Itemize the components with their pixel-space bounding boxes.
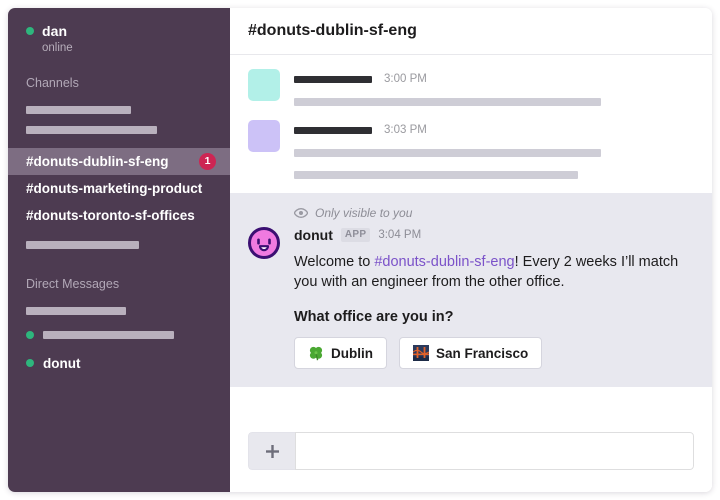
only-visible-to-you-text: Only visible to you xyxy=(315,206,413,220)
placeholder-bar xyxy=(43,331,174,339)
channel-name: #donuts-marketing-product xyxy=(26,181,203,196)
ephemeral-body: donut APP 3:04 PM Welcome to #donuts-dub… xyxy=(294,226,694,369)
dm-placeholder-item[interactable] xyxy=(8,301,230,321)
sidebar: dan online Channels #donuts-dublin-sf-en… xyxy=(8,8,230,492)
ephemeral-meta: donut APP 3:04 PM xyxy=(294,226,694,244)
presence-dot-icon xyxy=(26,27,34,35)
message-item: 3:03 PM xyxy=(230,106,712,179)
avatar xyxy=(248,69,280,101)
channel-placeholder-item[interactable] xyxy=(8,100,230,120)
slack-window: dan online Channels #donuts-dublin-sf-en… xyxy=(8,8,712,492)
four-leaf-clover-icon xyxy=(309,346,323,361)
sidebar-item-donuts-marketing-product[interactable]: #donuts-marketing-product xyxy=(8,175,230,202)
sender-name-placeholder xyxy=(294,75,372,83)
main-panel: #donuts-dublin-sf-eng 3:00 PM 3:03 PM On… xyxy=(230,8,712,492)
add-attachment-button[interactable] xyxy=(248,432,295,470)
sender-name: donut xyxy=(294,227,333,243)
ephemeral-row: donut APP 3:04 PM Welcome to #donuts-dub… xyxy=(248,226,694,369)
channels-section-label: Channels xyxy=(26,76,79,90)
message-item: 3:00 PM xyxy=(230,55,712,106)
channel-header: #donuts-dublin-sf-eng xyxy=(230,8,712,55)
eye-icon xyxy=(294,208,308,218)
plus-icon xyxy=(265,444,279,458)
dublin-button-label: Dublin xyxy=(331,345,373,361)
page-title: #donuts-dublin-sf-eng xyxy=(248,22,417,39)
message-timestamp: 3:03 PM xyxy=(384,124,427,136)
app-badge: APP xyxy=(340,228,371,242)
presence-dot-icon xyxy=(26,331,34,339)
ephemeral-message: Only visible to you donut APP 3:04 PM We… xyxy=(230,193,712,387)
current-user-block[interactable]: dan online xyxy=(8,22,230,54)
bridge-at-night-icon xyxy=(413,345,429,361)
channel-placeholder-item[interactable] xyxy=(8,120,230,140)
text-before-link: Welcome to xyxy=(294,254,375,270)
message-body: 3:00 PM xyxy=(294,69,694,106)
avatar xyxy=(248,120,280,152)
message-list: 3:00 PM 3:03 PM Only visible to you donu… xyxy=(230,55,712,414)
action-button-row: Dublin San Francisco xyxy=(294,337,694,369)
message-input[interactable] xyxy=(295,432,694,470)
only-visible-to-you-note: Only visible to you xyxy=(248,205,694,221)
message-meta: 3:00 PM xyxy=(294,72,694,86)
placeholder-bar xyxy=(26,241,139,249)
composer xyxy=(248,432,694,470)
message-timestamp: 3:04 PM xyxy=(378,229,422,241)
ephemeral-question: What office are you in? xyxy=(294,309,454,325)
dm-placeholder-item[interactable] xyxy=(8,325,230,345)
san-francisco-button-label: San Francisco xyxy=(436,345,529,361)
direct-messages-section-label: Direct Messages xyxy=(26,277,120,291)
channel-name: #donuts-dublin-sf-eng xyxy=(26,154,169,169)
current-user-name: dan xyxy=(42,23,68,39)
message-text-placeholder xyxy=(294,98,601,106)
message-meta: 3:03 PM xyxy=(294,123,694,137)
donut-bot-avatar-icon xyxy=(248,227,280,259)
sender-name-placeholder xyxy=(294,126,372,134)
composer-area xyxy=(230,414,712,492)
sidebar-item-donuts-toronto-sf-offices[interactable]: #donuts-toronto-sf-offices xyxy=(8,202,230,229)
message-text-placeholder xyxy=(294,149,601,157)
sidebar-item-dm-donut[interactable]: donut xyxy=(8,351,230,375)
channel-name: #donuts-toronto-sf-offices xyxy=(26,208,195,223)
placeholder-bar xyxy=(26,106,131,114)
current-user-status: online xyxy=(42,42,73,54)
current-user-line: dan xyxy=(26,22,212,40)
san-francisco-button[interactable]: San Francisco xyxy=(399,337,543,369)
message-timestamp: 3:00 PM xyxy=(384,73,427,85)
message-text-placeholder xyxy=(294,171,578,179)
unread-badge: 1 xyxy=(199,153,216,170)
ephemeral-text: Welcome to #donuts-dublin-sf-eng! Every … xyxy=(294,252,684,292)
channel-placeholder-item[interactable] xyxy=(8,235,230,255)
sidebar-item-donuts-dublin-sf-eng[interactable]: #donuts-dublin-sf-eng 1 xyxy=(8,148,230,175)
dm-name: donut xyxy=(43,355,81,371)
channel-link[interactable]: #donuts-dublin-sf-eng xyxy=(374,254,514,270)
presence-dot-icon xyxy=(26,359,34,367)
placeholder-bar xyxy=(26,307,126,315)
placeholder-bar xyxy=(26,126,157,134)
message-body: 3:03 PM xyxy=(294,120,694,179)
dublin-button[interactable]: Dublin xyxy=(294,337,387,369)
